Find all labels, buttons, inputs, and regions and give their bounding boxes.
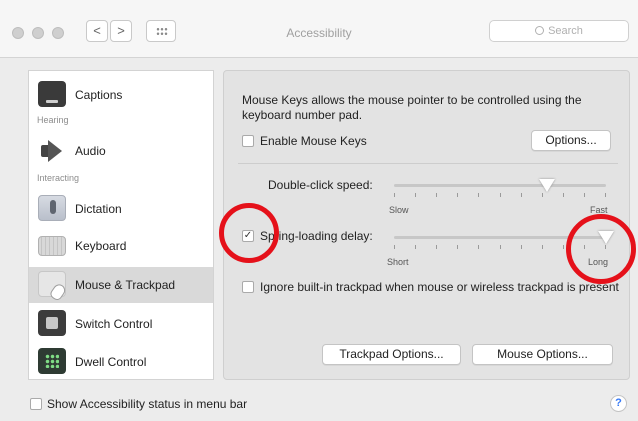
sidebar-item-label: Mouse & Trackpad bbox=[75, 278, 176, 292]
double-click-speed-tick bbox=[436, 193, 438, 197]
spring-loading-delay-tick bbox=[499, 245, 501, 249]
microphone-icon bbox=[38, 195, 66, 221]
mouse-options-button[interactable]: Mouse Options... bbox=[472, 344, 613, 365]
sidebar-item-label: Switch Control bbox=[75, 317, 153, 331]
titlebar: < > Accessibility Search bbox=[0, 0, 638, 58]
double-click-speed-tick bbox=[605, 193, 606, 197]
speaker-icon bbox=[38, 137, 66, 163]
sidebar-item-dictation[interactable]: Dictation bbox=[29, 191, 213, 227]
double-click-speed-thumb[interactable] bbox=[538, 179, 555, 192]
sidebar-item-label: Audio bbox=[75, 144, 106, 158]
trackpad-options-button[interactable]: Trackpad Options... bbox=[322, 344, 461, 365]
spring-loading-long-label: Long bbox=[588, 257, 609, 267]
spring-loading-delay-tick bbox=[605, 245, 606, 249]
double-click-speed-tick bbox=[583, 193, 585, 197]
spring-loading-delay-tick bbox=[583, 245, 585, 249]
spring-loading-delay-tick bbox=[520, 245, 522, 249]
sidebar-section-hearing: Hearing bbox=[37, 115, 69, 125]
double-click-speed-slider[interactable] bbox=[394, 184, 606, 187]
mouse-trackpad-panel: Mouse Keys allows the mouse pointer to b… bbox=[223, 70, 630, 380]
help-button[interactable]: ? bbox=[610, 395, 627, 412]
double-click-speed-tick bbox=[520, 193, 522, 197]
show-status-checkbox[interactable] bbox=[30, 398, 42, 410]
double-click-speed-tick bbox=[478, 193, 480, 197]
double-click-speed-tick bbox=[457, 193, 459, 197]
keyboard-icon bbox=[38, 236, 66, 256]
accessibility-window: < > Accessibility Search Captions Hearin… bbox=[0, 0, 638, 421]
double-click-fast-label: Fast bbox=[590, 205, 608, 215]
double-click-speed-tick bbox=[415, 193, 417, 197]
spring-loading-delay-tick bbox=[457, 245, 459, 249]
double-click-slow-label: Slow bbox=[389, 205, 409, 215]
sidebar-item-label: Dwell Control bbox=[75, 355, 147, 369]
search-placeholder: Search bbox=[548, 25, 583, 37]
sidebar: Captions Hearing Audio Interacting Dicta… bbox=[28, 70, 214, 380]
ignore-trackpad-label: Ignore built-in trackpad when mouse or w… bbox=[260, 280, 619, 294]
spring-loading-delay-tick bbox=[436, 245, 438, 249]
double-click-speed-tick bbox=[394, 193, 395, 197]
sidebar-item-captions[interactable]: Captions bbox=[29, 77, 213, 113]
captions-icon bbox=[38, 81, 66, 107]
sidebar-item-dwell-control[interactable]: Dwell Control bbox=[29, 344, 213, 379]
sidebar-item-switch-control[interactable]: Switch Control bbox=[29, 306, 213, 342]
sidebar-item-label: Dictation bbox=[75, 202, 122, 216]
spring-loading-delay-tick bbox=[478, 245, 480, 249]
enable-mouse-keys-label: Enable Mouse Keys bbox=[260, 134, 367, 148]
switch-control-icon bbox=[38, 310, 66, 336]
mouse-keys-options-button[interactable]: Options... bbox=[531, 130, 611, 151]
search-icon bbox=[535, 26, 545, 35]
sidebar-item-audio[interactable]: Audio bbox=[29, 133, 213, 169]
spring-loading-checkbox[interactable]: ✓ bbox=[242, 230, 254, 242]
spring-loading-delay-slider[interactable] bbox=[394, 236, 606, 239]
sidebar-section-interacting: Interacting bbox=[37, 173, 80, 183]
spring-loading-delay-tick bbox=[394, 245, 395, 249]
ignore-trackpad-checkbox[interactable] bbox=[242, 281, 254, 293]
spring-loading-delay-tick bbox=[562, 245, 564, 249]
sidebar-item-label: Captions bbox=[75, 88, 123, 102]
double-click-speed-tick bbox=[541, 193, 543, 197]
mouse-trackpad-icon bbox=[38, 271, 66, 297]
divider bbox=[238, 163, 618, 164]
sidebar-item-keyboard[interactable]: Keyboard bbox=[29, 228, 213, 264]
spring-loading-delay-thumb[interactable] bbox=[598, 231, 614, 244]
double-click-speed-label: Double-click speed: bbox=[268, 178, 373, 192]
sidebar-item-mouse-trackpad[interactable]: Mouse & Trackpad bbox=[29, 267, 213, 303]
mouse-keys-description: Mouse Keys allows the mouse pointer to b… bbox=[242, 93, 582, 122]
enable-mouse-keys-checkbox[interactable] bbox=[242, 135, 254, 147]
dwell-control-icon bbox=[38, 348, 66, 374]
double-click-speed-tick bbox=[499, 193, 501, 197]
show-status-label: Show Accessibility status in menu bar bbox=[47, 397, 248, 411]
spring-loading-delay-tick bbox=[415, 245, 417, 249]
spring-loading-delay-tick bbox=[541, 245, 543, 249]
sidebar-item-label: Keyboard bbox=[75, 239, 127, 253]
search-field[interactable]: Search bbox=[489, 20, 629, 42]
double-click-speed-tick bbox=[562, 193, 564, 197]
spring-loading-short-label: Short bbox=[387, 257, 409, 267]
spring-loading-delay-label: Spring-loading delay: bbox=[260, 229, 373, 243]
